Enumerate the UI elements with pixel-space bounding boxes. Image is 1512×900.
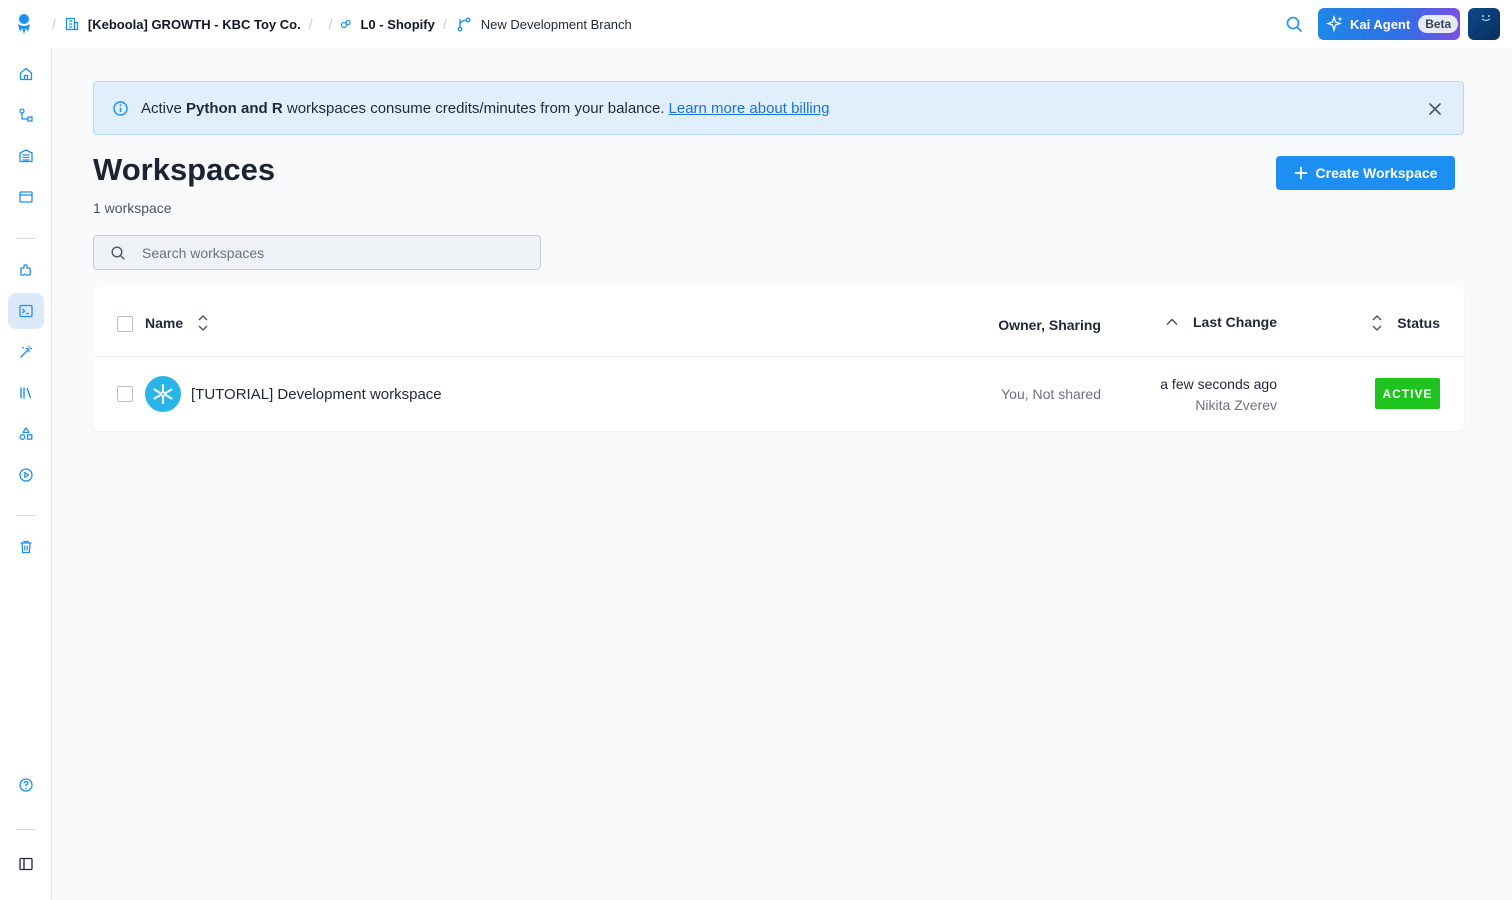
home-icon bbox=[19, 67, 33, 81]
sidebar-item-storage[interactable] bbox=[8, 138, 44, 174]
page-title: Workspaces bbox=[93, 152, 276, 187]
sidebar-divider bbox=[16, 238, 36, 239]
kai-agent-button[interactable]: Kai Agent Beta bbox=[1318, 8, 1460, 40]
library-icon bbox=[20, 387, 32, 399]
breadcrumb: / [Keboola] GROWTH - KBC Toy Co. / / L0 … bbox=[44, 0, 632, 48]
column-header-name[interactable]: Name bbox=[145, 314, 209, 332]
beta-badge: Beta bbox=[1418, 15, 1459, 33]
breadcrumb-separator: / bbox=[52, 16, 56, 32]
learn-more-billing-link[interactable]: Learn more about billing bbox=[669, 100, 830, 117]
breadcrumb-project-label: L0 - Shopify bbox=[360, 16, 435, 32]
banner-text-prefix: Active bbox=[141, 99, 187, 117]
sparkle-icon bbox=[1326, 15, 1343, 33]
banner-text-highlight: Python and R bbox=[186, 99, 283, 117]
column-last-change-label: Last Change bbox=[1192, 314, 1277, 330]
keboola-logo-icon[interactable] bbox=[14, 13, 34, 35]
workspace-owner: You, Not shared bbox=[1001, 386, 1101, 402]
banner-text-suffix: workspaces consume credits/minutes from … bbox=[282, 99, 665, 117]
sort-icon bbox=[198, 315, 208, 331]
column-status-label: Status bbox=[1397, 315, 1440, 331]
workspace-name[interactable]: [TUTORIAL] Development workspace bbox=[191, 386, 442, 403]
sidebar-item-help[interactable] bbox=[8, 767, 44, 803]
breadcrumb-organization[interactable]: [Keboola] GROWTH - KBC Toy Co. bbox=[64, 16, 301, 32]
workspaces-table: Name Owner, Sharing Last Change Status [… bbox=[93, 287, 1464, 431]
avatar[interactable] bbox=[1468, 8, 1500, 40]
building-icon bbox=[65, 17, 79, 31]
search-input[interactable] bbox=[142, 244, 522, 261]
column-owner-label: Owner, Sharing bbox=[998, 317, 1101, 333]
sidebar-item-flows[interactable] bbox=[8, 97, 44, 133]
column-header-status[interactable]: Status bbox=[1371, 314, 1440, 332]
breadcrumb-branch-label: New Development Branch bbox=[480, 16, 632, 32]
select-all-checkbox[interactable] bbox=[117, 316, 133, 332]
magic-wand-icon bbox=[20, 345, 32, 358]
trash-icon bbox=[20, 540, 32, 554]
sidebar bbox=[0, 48, 52, 900]
create-workspace-button[interactable]: Create Workspace bbox=[1276, 156, 1455, 190]
billing-info-banner: Active Python and R workspaces consume c… bbox=[93, 81, 1464, 135]
sidebar-divider bbox=[16, 829, 36, 830]
sidebar-toggle-icon bbox=[19, 857, 33, 871]
sort-ascending-icon bbox=[1166, 318, 1178, 326]
info-icon bbox=[113, 100, 128, 116]
sort-icon bbox=[1372, 315, 1382, 331]
avatar-image-icon bbox=[1481, 15, 1491, 22]
sidebar-collapse-button[interactable] bbox=[8, 846, 44, 882]
jobs-icon bbox=[19, 191, 33, 203]
project-icon bbox=[341, 19, 352, 29]
play-circle-icon bbox=[19, 468, 33, 482]
components-icon bbox=[20, 264, 32, 276]
sidebar-item-home[interactable] bbox=[8, 56, 44, 92]
sidebar-item-templates[interactable] bbox=[8, 416, 44, 452]
sidebar-item-jobs[interactable] bbox=[8, 179, 44, 215]
sidebar-item-transformations[interactable] bbox=[8, 334, 44, 370]
breadcrumb-separator: / bbox=[442, 16, 447, 32]
plus-icon bbox=[1294, 166, 1307, 180]
workspace-count: 1 workspace bbox=[93, 200, 172, 216]
table-header: Name Owner, Sharing Last Change Status bbox=[93, 287, 1464, 357]
row-checkbox[interactable] bbox=[117, 386, 133, 402]
search-box bbox=[93, 235, 541, 270]
sidebar-item-trash[interactable] bbox=[8, 529, 44, 565]
column-header-last-change[interactable]: Last Change bbox=[1165, 314, 1277, 330]
workspace-changed-by: Nikita Zverev bbox=[1195, 397, 1277, 413]
workspace-last-change: a few seconds ago bbox=[1160, 376, 1277, 392]
help-icon bbox=[19, 778, 33, 792]
breadcrumb-branch[interactable]: New Development Branch bbox=[455, 16, 632, 32]
kai-agent-label: Kai Agent bbox=[1350, 16, 1411, 32]
sidebar-item-library[interactable] bbox=[8, 375, 44, 411]
status-badge: ACTIVE bbox=[1375, 378, 1440, 409]
search-icon[interactable] bbox=[1284, 14, 1304, 34]
top-bar: / [Keboola] GROWTH - KBC Toy Co. / / L0 … bbox=[0, 0, 1512, 48]
close-icon[interactable] bbox=[1425, 99, 1445, 119]
snowflake-icon bbox=[145, 376, 181, 412]
column-header-owner: Owner, Sharing bbox=[998, 317, 1101, 333]
sidebar-item-runs[interactable] bbox=[8, 457, 44, 493]
workspaces-icon bbox=[19, 304, 33, 318]
flows-icon bbox=[19, 108, 33, 122]
templates-icon bbox=[19, 427, 33, 440]
column-name-label: Name bbox=[145, 315, 184, 331]
git-branch-icon bbox=[457, 17, 471, 32]
breadcrumb-project[interactable]: L0 - Shopify bbox=[340, 16, 435, 32]
search-icon bbox=[111, 245, 125, 260]
create-workspace-label: Create Workspace bbox=[1315, 165, 1438, 181]
sidebar-divider bbox=[16, 515, 36, 516]
storage-icon bbox=[19, 149, 33, 163]
sidebar-item-workspaces[interactable] bbox=[8, 293, 44, 329]
breadcrumb-organization-label: [Keboola] GROWTH - KBC Toy Co. bbox=[87, 16, 301, 32]
breadcrumb-separator: / bbox=[308, 16, 313, 32]
breadcrumb-separator: / bbox=[328, 16, 333, 32]
sidebar-item-components[interactable] bbox=[8, 252, 44, 288]
